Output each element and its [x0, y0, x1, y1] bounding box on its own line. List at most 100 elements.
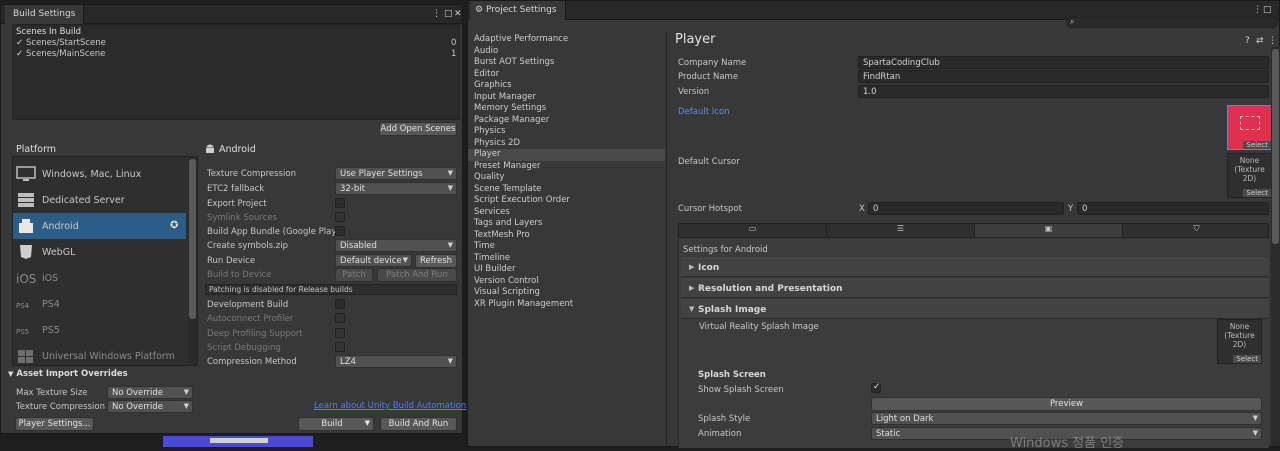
- tab-webgl[interactable]: ⛉: [1123, 224, 1270, 237]
- scene-row[interactable]: ✓ Scenes/StartScene 0: [13, 38, 459, 49]
- platform-scrollbar-thumb[interactable]: [189, 159, 196, 319]
- category-item[interactable]: Visual Scripting: [468, 287, 665, 299]
- checkmark-icon[interactable]: ✓: [16, 49, 23, 59]
- select-button[interactable]: Select: [1233, 355, 1261, 363]
- category-item[interactable]: Preset Manager: [468, 161, 665, 173]
- setting-dropdown[interactable]: LZ4 ▼: [335, 355, 457, 368]
- category-item[interactable]: Timeline: [468, 253, 665, 265]
- category-item[interactable]: Burst AOT Settings: [468, 57, 665, 69]
- show-splash-checkbox[interactable]: ✓: [871, 382, 881, 393]
- category-item[interactable]: Audio: [468, 46, 665, 58]
- category-item[interactable]: Quality: [468, 172, 665, 184]
- platform-item[interactable]: Android ✪: [13, 213, 186, 239]
- hotspot-y-field[interactable]: 0: [1077, 202, 1269, 215]
- vr-splash-slot[interactable]: None (Texture 2D) Select: [1217, 319, 1262, 364]
- checkmark-icon[interactable]: ✓: [16, 38, 23, 48]
- section-icon[interactable]: ▶ Icon: [681, 258, 1269, 277]
- setting-dropdown[interactable]: Disabled ▼: [335, 239, 457, 252]
- player-scrollbar[interactable]: [1271, 47, 1280, 446]
- chevron-down-icon: ▼: [447, 241, 453, 249]
- category-item[interactable]: Tags and Layers: [468, 218, 665, 230]
- search-input[interactable]: ⌕: [1066, 17, 1278, 28]
- asset-import-label: Max Texture Size: [16, 388, 88, 398]
- hotspot-y-label: Y: [1068, 204, 1074, 214]
- category-item[interactable]: UI Builder: [468, 264, 665, 276]
- build-settings-tab[interactable]: Build Settings: [5, 5, 85, 24]
- scenes-in-build-list: Scenes In Build ✓ Scenes/StartScene 0 ✓ Scen…: [12, 24, 460, 120]
- hotspot-x-field[interactable]: 0: [868, 202, 1064, 215]
- player-scrollbar-thumb[interactable]: [1272, 49, 1279, 244]
- category-item[interactable]: Time: [468, 241, 665, 253]
- windows-icon: [16, 348, 36, 364]
- category-item[interactable]: Editor: [468, 69, 665, 81]
- setting-dropdown[interactable]: Use Player Settings ▼: [335, 167, 457, 180]
- html5-icon: ⛉: [1193, 224, 1200, 233]
- version-field[interactable]: 1.0: [858, 85, 1269, 98]
- project-settings-tab[interactable]: ⚙ Project Settings: [470, 1, 566, 20]
- scene-row[interactable]: ✓ Scenes/MainScene 1: [13, 49, 459, 60]
- tab-standalone[interactable]: ▭: [679, 224, 827, 237]
- platform-item[interactable]: WebGL: [13, 239, 186, 265]
- close-icon[interactable]: ✕: [454, 9, 462, 19]
- select-button[interactable]: Select: [1243, 189, 1271, 197]
- more-options-icon[interactable]: ⋮: [1253, 5, 1262, 15]
- refresh-button[interactable]: Refresh: [415, 254, 457, 268]
- platform-item[interactable]: PS4 PS4: [13, 291, 186, 317]
- category-item[interactable]: Player: [468, 149, 665, 161]
- setting-checkbox[interactable]: [335, 226, 345, 236]
- platform-scrollbar[interactable]: [188, 157, 197, 365]
- section-splash-image[interactable]: ▼ Splash Image: [681, 300, 1269, 319]
- category-item[interactable]: TextMesh Pro: [468, 230, 665, 242]
- build-button[interactable]: Build ▼: [298, 417, 374, 431]
- product-name-field[interactable]: FindRtan: [858, 70, 1269, 83]
- category-item[interactable]: Script Execution Order: [468, 195, 665, 207]
- maximize-icon[interactable]: □: [1263, 5, 1272, 15]
- default-cursor-slot[interactable]: None (Texture 2D) Select: [1227, 153, 1272, 198]
- category-item[interactable]: Services: [468, 207, 665, 219]
- help-icon[interactable]: ?: [1245, 36, 1250, 46]
- chevron-down-icon[interactable]: ▼: [365, 419, 370, 427]
- setting-label: Create symbols.zip: [207, 241, 288, 251]
- setting-label: Compression Method: [207, 357, 297, 367]
- default-icon-label: Default Icon: [678, 107, 730, 117]
- more-options-icon[interactable]: ⋮: [432, 9, 441, 19]
- category-item[interactable]: Graphics: [468, 80, 665, 92]
- tab-server[interactable]: ☰: [827, 224, 975, 237]
- category-item[interactable]: Scene Template: [468, 184, 665, 196]
- maximize-icon[interactable]: □: [444, 9, 453, 19]
- run-device-dropdown[interactable]: Default device ▼: [335, 254, 412, 267]
- category-item[interactable]: Version Control: [468, 276, 665, 288]
- setting-checkbox[interactable]: [335, 299, 345, 309]
- preset-icon[interactable]: ⇄: [1256, 36, 1264, 46]
- platform-item[interactable]: Dedicated Server: [13, 187, 186, 213]
- learn-build-automation-link[interactable]: Learn about Unity Build Automation: [314, 401, 466, 411]
- vr-splash-label: Virtual Reality Splash Image: [699, 322, 819, 332]
- more-options-icon[interactable]: ⋮: [1268, 36, 1277, 46]
- company-name-field[interactable]: SpartaCodingClub: [858, 56, 1269, 69]
- asset-import-dropdown[interactable]: No Override ▼: [107, 400, 193, 413]
- splash-style-dropdown[interactable]: Light on Dark ▼: [871, 412, 1262, 425]
- category-item[interactable]: XR Plugin Management: [468, 299, 665, 311]
- section-resolution[interactable]: ▶ Resolution and Presentation: [681, 279, 1269, 298]
- default-icon-slot[interactable]: Select: [1227, 105, 1272, 150]
- add-open-scenes-button[interactable]: Add Open Scenes: [379, 122, 457, 136]
- platform-item[interactable]: Windows, Mac, Linux: [13, 161, 186, 187]
- platform-item[interactable]: PS5 PS5: [13, 317, 186, 343]
- setting-dropdown[interactable]: 32-bit ▼: [335, 182, 457, 195]
- category-item[interactable]: Input Manager: [468, 92, 665, 104]
- category-item[interactable]: Physics: [468, 126, 665, 138]
- category-item[interactable]: Package Manager: [468, 115, 665, 127]
- asset-import-dropdown[interactable]: No Override ▼: [107, 386, 193, 399]
- category-item[interactable]: Physics 2D: [468, 138, 665, 150]
- tab-android[interactable]: ▣: [975, 224, 1123, 237]
- build-and-run-button[interactable]: Build And Run: [380, 417, 457, 431]
- category-item[interactable]: Memory Settings: [468, 103, 665, 115]
- platform-item[interactable]: Universal Windows Platform: [13, 343, 186, 365]
- preview-button[interactable]: Preview: [871, 397, 1262, 411]
- player-settings-button[interactable]: Player Settings...: [15, 417, 94, 431]
- platform-item[interactable]: iOS iOS: [13, 265, 186, 291]
- asset-import-header[interactable]: ▼ Asset Import Overrides: [8, 369, 128, 379]
- category-item[interactable]: Adaptive Performance: [468, 34, 665, 46]
- select-button[interactable]: Select: [1243, 141, 1271, 149]
- setting-checkbox[interactable]: [335, 198, 345, 208]
